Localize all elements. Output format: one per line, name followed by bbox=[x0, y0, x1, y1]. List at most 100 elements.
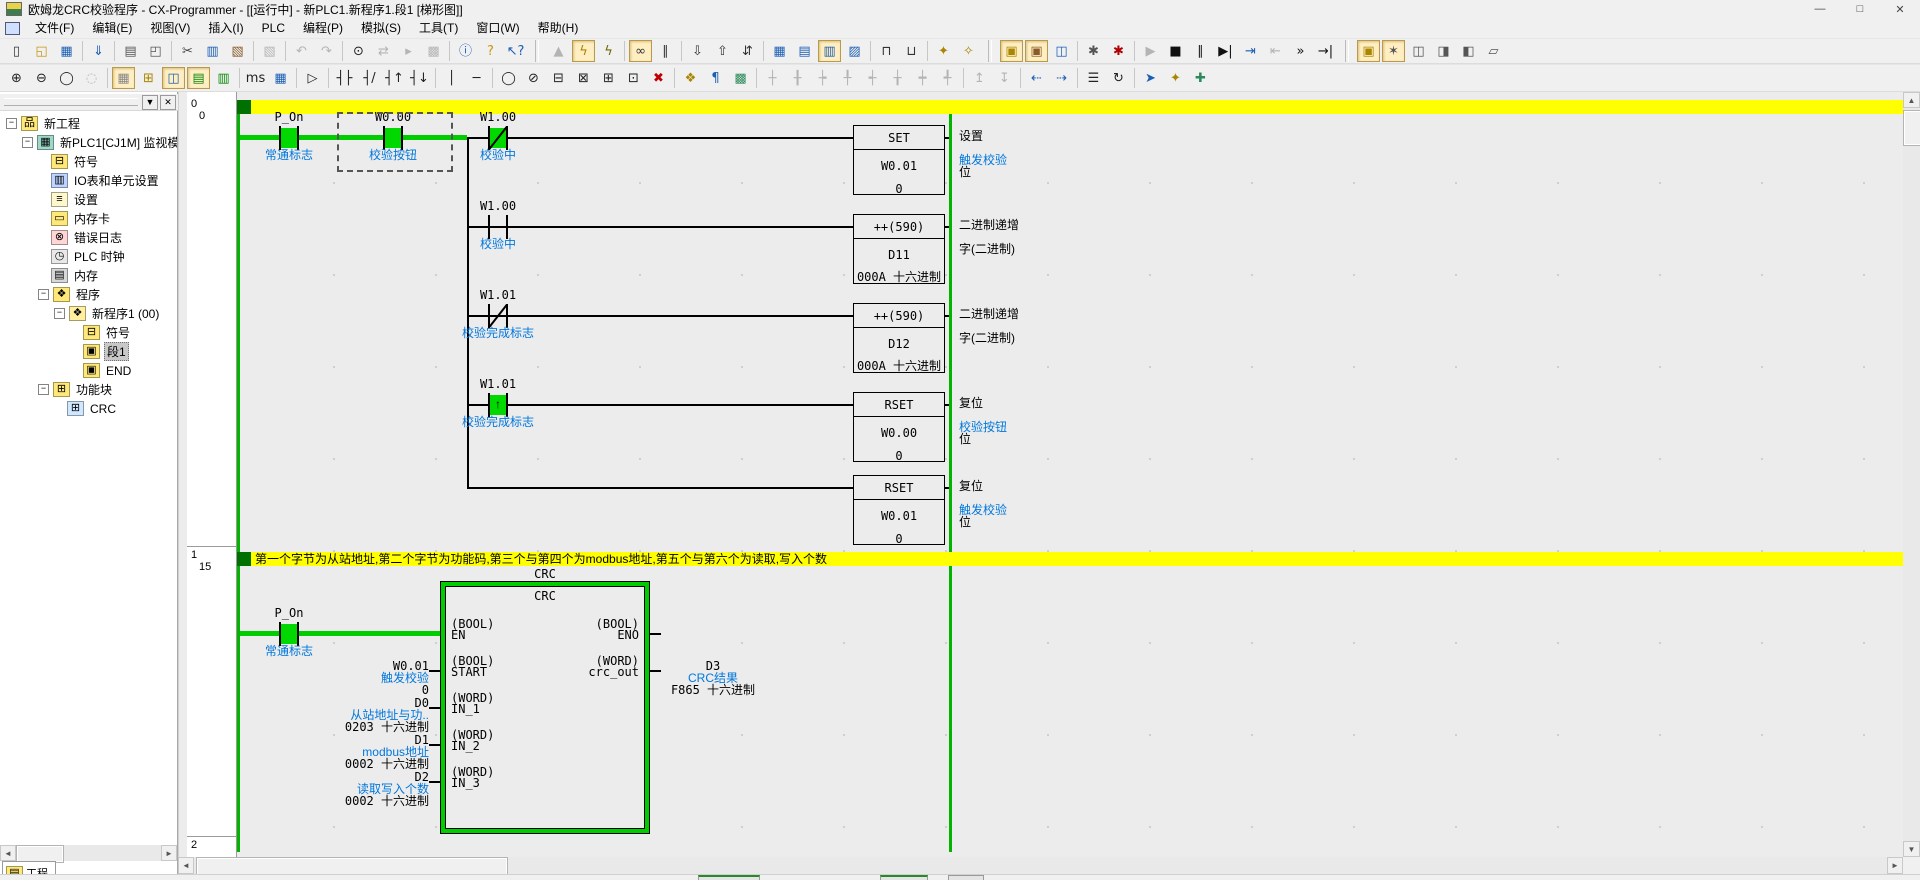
paste-special-button[interactable]: ▧ bbox=[258, 40, 281, 62]
tree-item-section[interactable]: ▣段1 bbox=[0, 342, 177, 361]
toggle-properties-button[interactable]: ▱ bbox=[1482, 40, 1505, 62]
tree-item-error-log[interactable]: ⊗错误日志 bbox=[0, 228, 177, 247]
menu-窗口W[interactable]: 窗口(W) bbox=[467, 18, 528, 38]
print-preview-button[interactable]: ◰ bbox=[144, 40, 167, 62]
add-element-button[interactable]: ✚ bbox=[1189, 67, 1212, 89]
collapse-icon[interactable]: − bbox=[22, 137, 33, 148]
instruction-block-++(590)[interactable]: ++(590)D11000A 十六进制 bbox=[853, 214, 945, 284]
copy-button[interactable]: ▥ bbox=[201, 40, 224, 62]
zoom-to-fit-button[interactable]: ◯ bbox=[55, 67, 78, 89]
watch-window-2-button[interactable]: ▤ bbox=[793, 40, 816, 62]
open-project-button[interactable]: ◱ bbox=[30, 40, 53, 62]
instruction-block-++(590)[interactable]: ++(590)D12000A 十六进制 bbox=[853, 303, 945, 373]
contact-P_On[interactable] bbox=[279, 622, 299, 646]
new-instruction-button[interactable]: ⊟ bbox=[547, 67, 570, 89]
rung-marker[interactable] bbox=[237, 552, 251, 566]
new-contact-button[interactable]: ┤├ bbox=[333, 67, 356, 89]
about-button[interactable]: ⓘ bbox=[454, 40, 477, 62]
help-button[interactable]: ? bbox=[479, 40, 502, 62]
toggle-output-window-button[interactable]: ✶ bbox=[1382, 40, 1405, 62]
tree-item-project[interactable]: −品新工程 bbox=[0, 114, 177, 133]
new-coil-button[interactable]: ◯ bbox=[497, 67, 520, 89]
menu-文件F[interactable]: 文件(F) bbox=[26, 18, 83, 38]
watch-window-button[interactable]: ▦ bbox=[768, 40, 791, 62]
show-comments-button[interactable]: ⊞ bbox=[137, 67, 160, 89]
instruction-block-RSET[interactable]: RSETW0.000 bbox=[853, 392, 945, 462]
contact-P_On[interactable] bbox=[279, 126, 299, 150]
collapse-icon[interactable]: − bbox=[6, 118, 17, 129]
show-grid-button[interactable]: ▦ bbox=[112, 67, 135, 89]
program-check-button[interactable]: ▲ bbox=[547, 40, 570, 62]
trace-7-button[interactable]: ┿ bbox=[911, 67, 934, 89]
save-to-card-button[interactable]: ⇓ bbox=[87, 40, 110, 62]
scroll-left-icon[interactable]: ◄ bbox=[178, 857, 194, 874]
context-help-button[interactable]: ↖? bbox=[504, 40, 527, 62]
chevron-down-icon[interactable]: ▼ bbox=[142, 95, 158, 110]
rung-list-button[interactable]: ☰ bbox=[1082, 67, 1105, 89]
tree-item-symbols[interactable]: ⊟符号 bbox=[0, 152, 177, 171]
toggle-cross-reference-button[interactable]: ◨ bbox=[1432, 40, 1455, 62]
contact-W1.00[interactable] bbox=[488, 215, 508, 239]
new-contact-down-button[interactable]: ┤↓ bbox=[408, 67, 431, 89]
monitor-watch-button[interactable]: ▤ bbox=[187, 67, 210, 89]
scroll-down-icon[interactable]: ▼ bbox=[1903, 841, 1920, 857]
transfer-from-plc-button[interactable]: ⇧ bbox=[711, 40, 734, 62]
trace-4-button[interactable]: ╀ bbox=[836, 67, 859, 89]
browse-back-button[interactable]: ➤ bbox=[1139, 67, 1162, 89]
menu-帮助H[interactable]: 帮助(H) bbox=[529, 18, 588, 38]
trace-2-button[interactable]: ╂ bbox=[786, 67, 809, 89]
replace-button[interactable]: ⇄ bbox=[372, 40, 395, 62]
step-out-button[interactable]: ⇤ bbox=[1264, 40, 1287, 62]
trace-6-button[interactable]: ╁ bbox=[886, 67, 909, 89]
maximize-icon[interactable]: □ bbox=[1840, 0, 1880, 18]
tree-item-section-end[interactable]: ▣END bbox=[0, 361, 177, 380]
indent-rung-button[interactable]: ⇢ bbox=[1050, 67, 1073, 89]
cycle-time-button[interactable]: ⊓ bbox=[875, 40, 898, 62]
contact-W1.01[interactable] bbox=[488, 304, 508, 328]
new-function-block-button[interactable]: ⊞ bbox=[597, 67, 620, 89]
find-report-button[interactable]: ▩ bbox=[422, 40, 445, 62]
contact-W1.01[interactable]: ↑ bbox=[488, 393, 508, 417]
delete-element-button[interactable]: ✖ bbox=[647, 67, 670, 89]
scroll-up-icon[interactable]: ▲ bbox=[1903, 92, 1920, 108]
new-vertical-button[interactable]: │ bbox=[440, 67, 463, 89]
minimize-icon[interactable]: — bbox=[1800, 0, 1840, 18]
find-next-button[interactable]: ▸ bbox=[397, 40, 420, 62]
collapse-icon[interactable]: − bbox=[38, 289, 49, 300]
menu-编程P[interactable]: 编程(P) bbox=[294, 18, 352, 38]
close-panel-icon[interactable]: ✕ bbox=[160, 95, 176, 110]
error-log-dialog-button[interactable]: ◫ bbox=[1050, 40, 1073, 62]
release-protection-button[interactable]: ✧ bbox=[957, 40, 980, 62]
menu-PLC[interactable]: PLC bbox=[253, 18, 294, 38]
menu-工具T[interactable]: 工具(T) bbox=[410, 18, 467, 38]
data-display-button[interactable]: ▥ bbox=[212, 67, 235, 89]
online-simulator-button[interactable]: ϟ bbox=[597, 40, 620, 62]
tree-item-function-blocks[interactable]: −⊞功能块 bbox=[0, 380, 177, 399]
symbol-bar-button[interactable]: ◫ bbox=[162, 67, 185, 89]
toggle-address-reference-button[interactable]: ◧ bbox=[1457, 40, 1480, 62]
time-chart-monitor-button[interactable]: ▦ bbox=[269, 67, 292, 89]
trace-5-button[interactable]: ┽ bbox=[861, 67, 884, 89]
memory-view-button[interactable]: ▥ bbox=[818, 40, 841, 62]
redo-button[interactable]: ↷ bbox=[315, 40, 338, 62]
set-protection-button[interactable]: ✦ bbox=[932, 40, 955, 62]
zoom-out-button[interactable]: ⊖ bbox=[30, 67, 53, 89]
toggle-project-window-button[interactable]: ▣ bbox=[1357, 40, 1380, 62]
new-contact-closed-button[interactable]: ┤/ bbox=[358, 67, 381, 89]
collapse-icon[interactable]: − bbox=[38, 384, 49, 395]
output-tab[interactable] bbox=[948, 875, 984, 880]
ladder-canvas[interactable]: P_On常通标志W0.00校验按钮W1.00校验中SETW0.010设置触发校验… bbox=[237, 92, 1904, 857]
mdi-child-icon[interactable] bbox=[5, 22, 20, 35]
refresh-view-button[interactable]: ↻ bbox=[1107, 67, 1130, 89]
tree-item-io-table[interactable]: ▥IO表和单元设置 bbox=[0, 171, 177, 190]
new-project-button[interactable]: ▯ bbox=[5, 40, 28, 62]
new-instruction-closed-button[interactable]: ⊠ bbox=[572, 67, 595, 89]
workspace-grip[interactable] bbox=[4, 98, 138, 106]
instruction-block-RSET[interactable]: RSETW0.010 bbox=[853, 475, 945, 545]
paste-button[interactable]: ▧ bbox=[226, 40, 249, 62]
toggle-watch-window-button[interactable]: ◫ bbox=[1407, 40, 1430, 62]
tree-item-memory-card[interactable]: ▭内存卡 bbox=[0, 209, 177, 228]
cut-button[interactable]: ✂ bbox=[176, 40, 199, 62]
menu-编辑E[interactable]: 编辑(E) bbox=[83, 18, 141, 38]
zoom-in-button[interactable]: ⊕ bbox=[5, 67, 28, 89]
